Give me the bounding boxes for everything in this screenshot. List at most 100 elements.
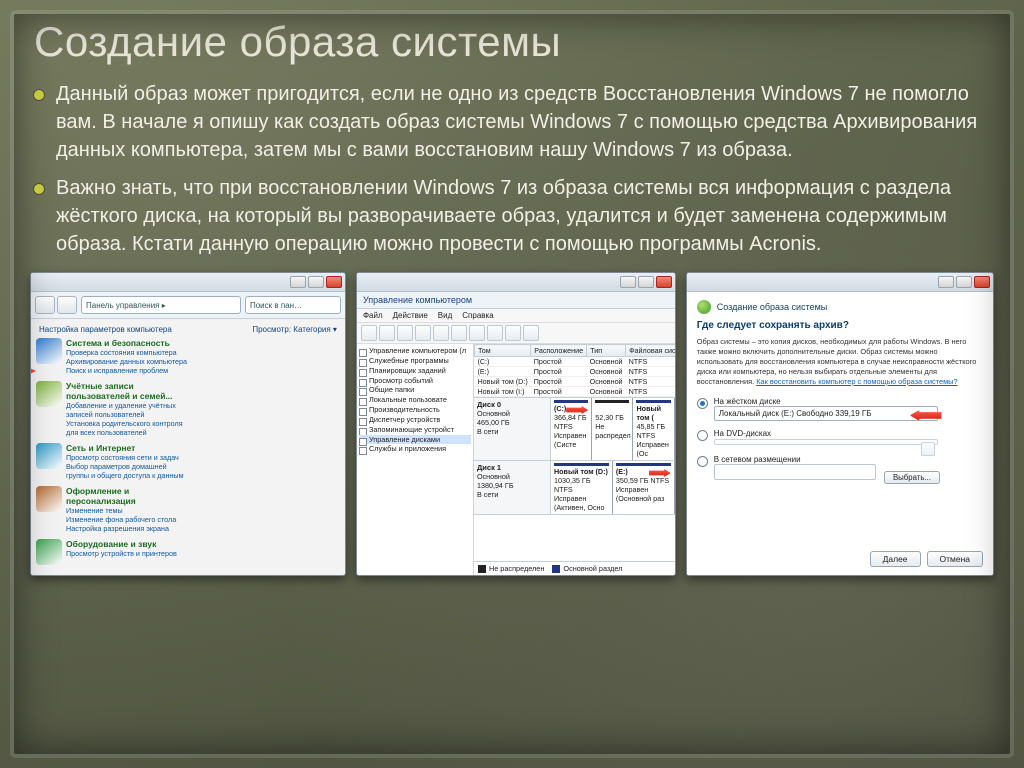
- titlebar: [357, 273, 675, 292]
- nav-buttons[interactable]: [35, 296, 77, 314]
- category-sublink[interactable]: Просмотр устройств и принтеров: [66, 549, 177, 558]
- option-label: На DVD-дисках: [714, 429, 983, 438]
- maximize-button[interactable]: [638, 276, 654, 288]
- category-sublink[interactable]: Просмотр состояния сети и задач: [66, 453, 188, 462]
- menu-item[interactable]: Справка: [462, 311, 493, 320]
- bullet-1: Данный образ может пригодится, если не о…: [34, 80, 994, 164]
- shield-icon: [697, 300, 711, 314]
- volume-table[interactable]: ТомРасположениеТипФайловая системаСостоя…: [474, 344, 676, 397]
- disk-layout[interactable]: Диск 0Основной465,00 ГБВ сети(C:)366,84 …: [474, 397, 675, 561]
- close-button[interactable]: [974, 276, 990, 288]
- category-title[interactable]: Система и безопасность: [66, 338, 187, 348]
- radio-icon[interactable]: [697, 398, 708, 409]
- category-sublink[interactable]: Изменение темы: [66, 506, 188, 515]
- category-sublink[interactable]: Архивирование данных компьютера: [66, 357, 187, 366]
- category-title[interactable]: Учётные записи пользователей и семей...: [66, 381, 188, 401]
- help-link[interactable]: Как восстановить компьютер с помощью обр…: [756, 377, 957, 386]
- category-sublink[interactable]: Выбор параметров домашней группы и общег…: [66, 462, 188, 480]
- browse-button[interactable]: Выбрать...: [884, 471, 940, 484]
- category-title[interactable]: Сеть и Интернет: [66, 443, 188, 453]
- category-sublink[interactable]: Установка родительского контроля для все…: [66, 419, 188, 437]
- column-header[interactable]: Том: [474, 345, 530, 357]
- window-computer-management: Управление компьютером Файл Действие Вид Сп…: [356, 272, 676, 576]
- volume-row[interactable]: (E:)ПростойОсновнойNTFSИсправе: [474, 367, 675, 377]
- tree-node[interactable]: Служебные программы: [359, 356, 471, 366]
- category-sublink[interactable]: Настройка разрешения экрана: [66, 524, 188, 533]
- category-sublink[interactable]: Изменение фона рабочего стола: [66, 515, 188, 524]
- tree-node[interactable]: Локальные пользовате: [359, 395, 471, 405]
- tree-node[interactable]: Запоминающие устройст: [359, 425, 471, 435]
- window-title: Управление компьютером: [357, 292, 675, 309]
- arrow-icon: [566, 406, 588, 414]
- tree-node[interactable]: Просмотр событий: [359, 376, 471, 386]
- column-header[interactable]: Расположение: [531, 345, 587, 357]
- category-item[interactable]: Учётные записи пользователей и семей...Д…: [34, 379, 190, 439]
- network-path-input[interactable]: [714, 464, 876, 480]
- radio-icon[interactable]: [697, 430, 708, 441]
- partition[interactable]: (C:)366,84 ГБ NTFSИсправен (Систе: [551, 398, 592, 460]
- volume-row[interactable]: Новый том (I:)ПростойОсновнойNTFSИсправе: [474, 387, 675, 397]
- category-icon: [36, 443, 62, 469]
- category-icon: [36, 338, 62, 364]
- option-dvd[interactable]: На DVD-дисках: [697, 429, 983, 447]
- category-item[interactable]: Сеть и ИнтернетПросмотр состояния сети и…: [34, 441, 190, 482]
- menu-item[interactable]: Действие: [393, 311, 428, 320]
- toolbar[interactable]: [357, 323, 675, 344]
- disk-label: Диск 1Основной1380,94 ГБВ сети: [474, 461, 551, 514]
- menu-item[interactable]: Файл: [363, 311, 383, 320]
- category-item[interactable]: Оформление и персонализацияИзменение тем…: [34, 484, 190, 535]
- wizard-header: Создание образа системы: [697, 300, 983, 314]
- category-sublink[interactable]: Проверка состояния компьютера: [66, 348, 187, 357]
- menu-bar[interactable]: Файл Действие Вид Справка: [357, 309, 675, 323]
- maximize-button[interactable]: [956, 276, 972, 288]
- close-button[interactable]: [326, 276, 342, 288]
- tree-node[interactable]: Планировщик заданий: [359, 366, 471, 376]
- disk-label: Диск 0Основной465,00 ГБВ сети: [474, 398, 551, 460]
- arrow-icon: [649, 469, 671, 477]
- close-button[interactable]: [656, 276, 672, 288]
- tree-node[interactable]: Общие папки: [359, 385, 471, 395]
- column-header[interactable]: Файловая система: [626, 345, 676, 357]
- tree-node[interactable]: Производительность: [359, 405, 471, 415]
- legend: Не распределен Основной раздел: [474, 561, 675, 575]
- window-create-system-image: Создание образа системы Где следует сохр…: [686, 272, 994, 576]
- address-bar[interactable]: Панель управления ▸: [81, 296, 241, 314]
- maximize-button[interactable]: [308, 276, 324, 288]
- volume-row[interactable]: Новый том (D:)ПростойОсновнойNTFSИсправе: [474, 377, 675, 387]
- menu-item[interactable]: Вид: [438, 311, 452, 320]
- partition[interactable]: 52,30 ГБНе распредел: [592, 398, 633, 460]
- category-title[interactable]: Оформление и персонализация: [66, 486, 188, 506]
- tree-node[interactable]: Управление дисками: [359, 435, 471, 445]
- volume-row[interactable]: (C:)ПростойОсновнойNTFSИсправе: [474, 357, 675, 367]
- next-button[interactable]: Далее: [870, 551, 921, 567]
- tree-node[interactable]: Диспетчер устройств: [359, 415, 471, 425]
- cancel-button[interactable]: Отмена: [927, 551, 984, 567]
- option-hdd[interactable]: На жёстком диске Локальный диск (E:) Сво…: [697, 397, 983, 421]
- hdd-select[interactable]: Локальный диск (E:) Свободно 339,19 ГБ: [714, 406, 938, 421]
- window-control-panel: Панель управления ▸ Поиск в пан… Настрой…: [30, 272, 346, 576]
- partition[interactable]: Новый том (45,85 ГБ NTFSИсправен (Ос: [633, 398, 674, 460]
- option-label: На жёстком диске: [714, 397, 983, 406]
- category-sublink[interactable]: Добавление и удаление учётных записей по…: [66, 401, 188, 419]
- minimize-button[interactable]: [620, 276, 636, 288]
- cp-header: Настройка параметров компьютера: [39, 325, 172, 334]
- category-icon: [36, 486, 62, 512]
- column-header[interactable]: Тип: [587, 345, 626, 357]
- minimize-button[interactable]: [938, 276, 954, 288]
- partition[interactable]: (E:)350,59 ГБ NTFSИсправен (Основной раз: [613, 461, 675, 514]
- option-network[interactable]: В сетевом размещении Выбрать...: [697, 455, 983, 482]
- wizard-question: Где следует сохранять архив?: [697, 320, 983, 331]
- partition[interactable]: Новый том (D:)1030,35 ГБ NTFSИсправен (А…: [551, 461, 613, 514]
- tree-node[interactable]: Управление компьютером (л: [359, 346, 471, 356]
- tree-node[interactable]: Службы и приложения: [359, 444, 471, 454]
- view-mode[interactable]: Просмотр: Категория ▾: [252, 325, 337, 334]
- category-item[interactable]: Система и безопасностьПроверка состояния…: [34, 336, 190, 377]
- titlebar: [687, 273, 993, 292]
- minimize-button[interactable]: [290, 276, 306, 288]
- radio-icon[interactable]: [697, 456, 708, 467]
- category-title[interactable]: Оборудование и звук: [66, 539, 177, 549]
- category-sublink[interactable]: Поиск и исправление проблем: [66, 366, 187, 375]
- search-box[interactable]: Поиск в пан…: [245, 296, 341, 314]
- tree-pane[interactable]: Управление компьютером (лСлужебные прогр…: [357, 344, 474, 575]
- category-item[interactable]: Оборудование и звукПросмотр устройств и …: [34, 537, 190, 567]
